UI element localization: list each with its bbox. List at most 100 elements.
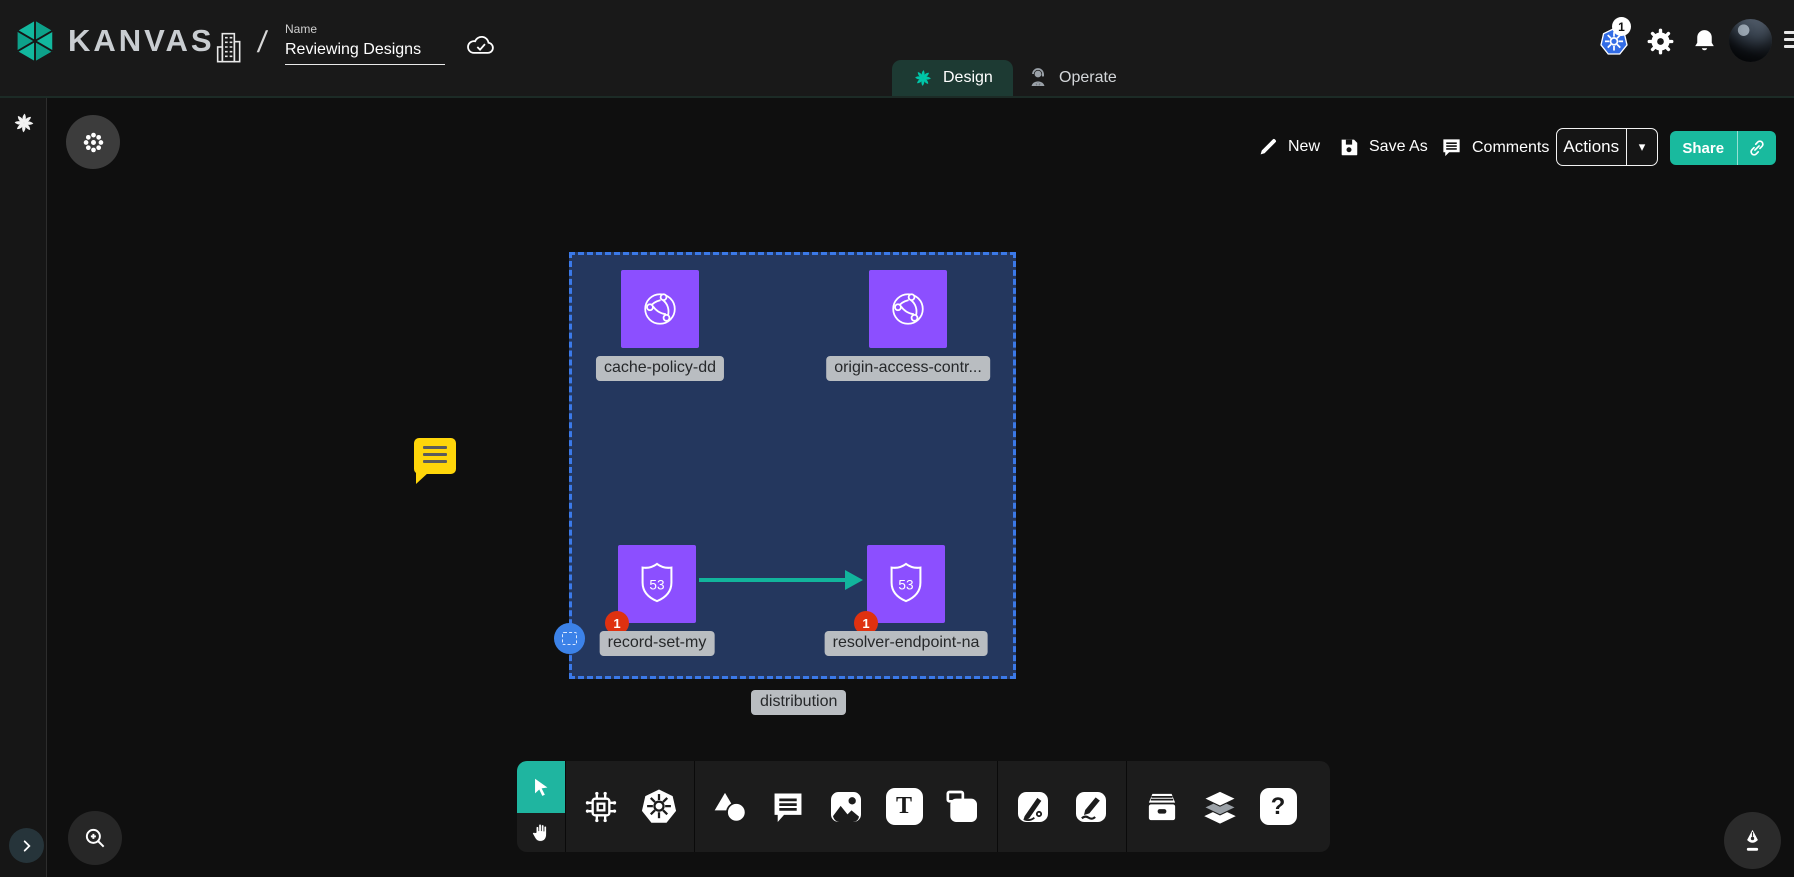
bell-icon [1690, 27, 1719, 56]
save-as-button-label: Save As [1369, 138, 1428, 156]
menu-icon[interactable] [1784, 31, 1794, 48]
node-origin-access-control[interactable]: origin-access-contr... [869, 270, 947, 348]
comment-bubble-icon [769, 788, 807, 826]
pen-nib-button[interactable] [1724, 812, 1781, 869]
frame-tool[interactable] [940, 785, 984, 829]
pencil-icon [1258, 136, 1279, 157]
layers-tool[interactable] [1198, 785, 1242, 829]
group-label[interactable]: distribution [751, 690, 846, 715]
route53-shield-icon: 53 [631, 558, 683, 610]
node-label[interactable]: resolver-endpoint-na [825, 631, 988, 656]
app-header: KANVAS / Name [0, 0, 1794, 98]
help-tool[interactable]: ? [1256, 785, 1300, 829]
chevron-right-icon [20, 839, 34, 853]
image-icon [826, 787, 866, 827]
node-label[interactable]: cache-policy-dd [596, 356, 724, 381]
edge-arrowhead [845, 570, 863, 590]
actions-dropdown-button[interactable]: Actions ▾ [1556, 128, 1658, 166]
dashed-square-icon [562, 632, 577, 645]
kanvas-hexagon-icon [12, 18, 58, 64]
image-tool[interactable] [824, 785, 868, 829]
text-tool-glyph: T [896, 793, 912, 820]
svg-text:53: 53 [649, 577, 664, 592]
pencil-scribble-icon [1071, 787, 1111, 827]
toolbar-group-draw [998, 761, 1126, 852]
tab-operate-label: Operate [1059, 69, 1117, 87]
help-tool-glyph: ? [1271, 793, 1286, 821]
design-name-field: Name [285, 22, 447, 65]
component-tool[interactable] [579, 785, 623, 829]
toolbar-group-infra [566, 761, 694, 852]
tab-operate[interactable]: Operate [1006, 60, 1137, 96]
caret-down-icon[interactable]: ▾ [1627, 139, 1657, 155]
notifications-button[interactable] [1690, 27, 1719, 56]
node-record-set[interactable]: 53 1 record-set-my [618, 545, 696, 623]
comments-button-label: Comments [1472, 139, 1549, 157]
comment-pin[interactable] [414, 438, 456, 474]
user-avatar[interactable] [1729, 19, 1772, 62]
node-label[interactable]: origin-access-contr... [826, 356, 990, 381]
copy-link-button[interactable] [1738, 138, 1776, 158]
expand-sidebar-button[interactable] [9, 828, 44, 863]
help-tool-square: ? [1260, 788, 1297, 825]
dock-menu-button[interactable] [66, 115, 120, 169]
save-as-button[interactable]: Save As [1338, 136, 1428, 158]
pen-nib-icon [1739, 827, 1766, 854]
kubernetes-wheel-icon [638, 786, 680, 828]
edge-record-to-resolver[interactable] [699, 578, 847, 582]
text-tool-square: T [886, 788, 923, 825]
new-button[interactable]: New [1258, 136, 1320, 157]
actions-label: Actions [1557, 137, 1626, 157]
comments-button[interactable]: Comments [1440, 136, 1549, 159]
layers-icon [1199, 786, 1241, 828]
breadcrumb-separator: / [256, 26, 269, 60]
tab-design[interactable]: Design [892, 60, 1013, 96]
design-flower-icon [912, 67, 934, 89]
node-cache-policy[interactable]: cache-policy-dd [621, 270, 699, 348]
kubernetes-tool[interactable] [637, 785, 681, 829]
route53-shield-icon: 53 [880, 558, 932, 610]
hand-icon [529, 821, 553, 845]
gear-icon [1645, 26, 1676, 57]
new-button-label: New [1288, 138, 1320, 156]
shapes-icon [710, 787, 750, 827]
meshery-logo-icon[interactable] [11, 110, 37, 141]
share-label: Share [1670, 140, 1737, 157]
frame-icon [942, 787, 982, 827]
magnifier-plus-icon [82, 825, 108, 851]
brand-name: KANVAS [68, 23, 215, 59]
organization-icon[interactable] [213, 29, 245, 70]
node-label[interactable]: record-set-my [600, 631, 715, 656]
zoom-button[interactable] [68, 811, 122, 865]
flower-dock-icon [80, 129, 107, 156]
share-button[interactable]: Share [1670, 131, 1776, 165]
pen-tool[interactable] [1011, 785, 1055, 829]
floppy-icon [1338, 136, 1360, 158]
comment-tool[interactable] [766, 785, 810, 829]
name-field-label: Name [285, 22, 447, 36]
toolbar-group-annotate: T [695, 761, 997, 852]
archive-tool[interactable] [1140, 785, 1184, 829]
toolbar-group-library: ? [1127, 761, 1313, 852]
pencil-tool[interactable] [1069, 785, 1113, 829]
component-circuit-icon [581, 787, 621, 827]
node-resolver-endpoint[interactable]: 53 1 resolver-endpoint-na [867, 545, 945, 623]
design-name-input[interactable] [285, 39, 445, 65]
archive-drawer-icon [1141, 786, 1183, 828]
shapes-tool[interactable] [708, 785, 752, 829]
cursor-select-tool[interactable] [517, 761, 565, 813]
settings-button[interactable] [1645, 26, 1676, 57]
kanvas-logo[interactable]: KANVAS [12, 18, 215, 64]
tab-design-label: Design [943, 69, 993, 87]
pen-path-icon [1013, 787, 1053, 827]
cloudfront-globe-icon [882, 283, 934, 335]
pan-hand-tool[interactable] [517, 813, 565, 852]
comments-icon [1440, 136, 1463, 159]
group-selection-handle[interactable] [554, 623, 585, 654]
cursor-arrow-icon [530, 776, 552, 798]
operate-operator-icon [1026, 66, 1050, 90]
select-tool-column [517, 761, 565, 852]
saved-cloud-icon [464, 29, 498, 64]
kubernetes-context-button[interactable]: 1 [1598, 26, 1630, 58]
text-tool[interactable]: T [882, 785, 926, 829]
